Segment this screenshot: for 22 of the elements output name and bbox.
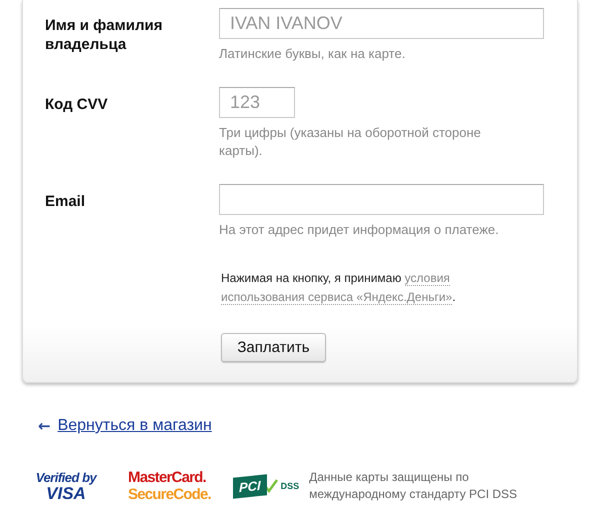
input-field[interactable] xyxy=(219,184,544,215)
back-arrow[interactable]: ← xyxy=(38,418,51,434)
terms-text: Нажимая на кнопку, я принимаю условия использования сервиса «Яндекс.Деньги». xyxy=(221,270,457,307)
security-note: Данные карты защищены по международному стандарту PCI DSS xyxy=(309,469,518,503)
field-hint: На этот адрес придет информация о платеже. xyxy=(219,221,500,239)
field-hint: Латинские буквы, как на карте. xyxy=(219,45,406,63)
mastercard-logo-text: MasterCard. xyxy=(128,469,207,486)
visa-badge-text: Verified by xyxy=(36,470,96,486)
terms-link[interactable]: использования сервиса «Яндекс.Деньги» xyxy=(221,290,452,305)
input-field[interactable]: 123 xyxy=(219,87,295,118)
back-link[interactable]: Вернуться в магазин xyxy=(58,417,212,435)
field-label: Имя и фамилия владельца xyxy=(44,16,164,55)
visa-logo-text: VISA xyxy=(46,486,86,502)
field-label: Email xyxy=(44,192,86,212)
input-field[interactable]: IVAN IVANOV xyxy=(219,8,544,39)
pci-logo: PCI xyxy=(232,474,267,498)
field-label: Код CVV xyxy=(44,95,109,115)
field-hint: Три цифры (указаны на оборотной стороне карты). xyxy=(219,124,482,160)
dss-label: DSS xyxy=(280,481,300,491)
securecode-logo-text: SecureCode. xyxy=(128,486,211,503)
pay-button[interactable]: Заплатить xyxy=(221,333,326,362)
terms-link[interactable]: условия xyxy=(404,271,450,286)
